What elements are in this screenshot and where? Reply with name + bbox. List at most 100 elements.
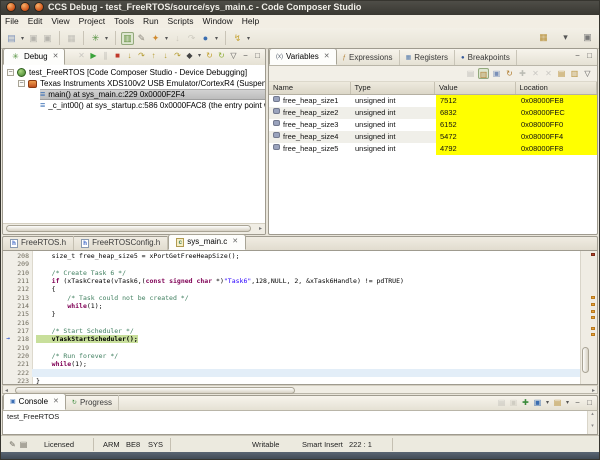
perspective-dropdown-icon[interactable]: ▾ (559, 31, 572, 44)
menu-window[interactable]: Window (203, 15, 233, 28)
asm-step-over-icon[interactable]: ↷ (185, 32, 198, 45)
profile-icon[interactable]: ● (199, 32, 212, 45)
instruction-pointer-icon[interactable]: → (3, 335, 13, 343)
new-expression-icon[interactable]: ✚ (517, 68, 528, 79)
column-header-name[interactable]: Name (269, 82, 351, 94)
tab-debug[interactable]: ✳ Debug ✕ (3, 48, 65, 65)
gutter[interactable] (3, 310, 13, 318)
save-icon[interactable]: ▣ (27, 32, 40, 45)
scrollbar-thumb[interactable] (582, 347, 589, 374)
close-icon[interactable]: ✕ (324, 50, 330, 64)
gutter[interactable] (3, 302, 13, 310)
view-menu-icon[interactable]: ▽ (228, 50, 239, 61)
tab-registers[interactable]: ▦Registers (400, 50, 455, 65)
open-console-icon-dropdown[interactable]: ▾ (564, 399, 571, 406)
gutter[interactable] (3, 327, 13, 335)
variable-row[interactable]: free_heap_size4unsigned int54720x08000FF… (269, 131, 597, 143)
open-console-icon[interactable]: ▤ (552, 397, 563, 408)
menu-run[interactable]: Run (143, 15, 159, 28)
export-icon[interactable]: ▥ (569, 68, 580, 79)
column-header-type[interactable]: Type (351, 82, 435, 94)
show-logical-structure-icon[interactable]: ▣ (491, 68, 502, 79)
restore-views-icon[interactable]: ▣ (581, 31, 594, 44)
occurrence-marker[interactable] (591, 303, 595, 306)
minimize-icon[interactable]: − (572, 50, 583, 61)
reset-icon[interactable]: ◆ (184, 50, 195, 61)
window-maximize-button[interactable] (34, 2, 44, 12)
reset-icon-dropdown[interactable]: ▾ (196, 52, 203, 59)
maximize-icon[interactable]: □ (584, 50, 595, 61)
remove-all-icon[interactable]: ✕ (543, 68, 554, 79)
new-file-icon-dropdown[interactable]: ▾ (19, 35, 26, 42)
tab-console[interactable]: ▣Console✕ (3, 393, 66, 410)
overview-ruler[interactable] (590, 251, 597, 384)
gutter[interactable] (3, 260, 13, 268)
clear-console-icon[interactable]: ▤ (496, 397, 507, 408)
gutter[interactable] (3, 277, 13, 285)
variable-row[interactable]: free_heap_size1unsigned int75120x08000FE… (269, 95, 597, 107)
file-state-icon[interactable]: ▤ (18, 439, 29, 450)
edit-mode-icon[interactable]: ✎ (7, 439, 18, 450)
tab-progress[interactable]: ↻Progress (66, 395, 119, 410)
remove-all-terminated-icon[interactable]: ✕ (76, 50, 87, 61)
gutter[interactable] (3, 369, 13, 377)
menu-help[interactable]: Help (242, 15, 259, 28)
occurrence-marker[interactable] (591, 310, 595, 313)
menu-tools[interactable]: Tools (114, 15, 134, 28)
collapse-icon[interactable]: − (18, 80, 25, 87)
display-selected-console-icon[interactable]: ▣ (532, 397, 543, 408)
suspend-icon[interactable]: ∥ (100, 50, 111, 61)
debug-launch-icon-dropdown[interactable]: ▾ (103, 35, 110, 42)
gutter[interactable] (3, 319, 13, 327)
asm-step-into-icon[interactable]: ↓ (160, 50, 171, 61)
terminate-icon[interactable]: ■ (112, 50, 123, 61)
step-over-icon[interactable]: ↷ (136, 50, 147, 61)
show-type-names-icon[interactable]: ▤ (465, 68, 476, 79)
gutter[interactable] (3, 360, 13, 368)
gutter[interactable] (3, 269, 13, 277)
menu-project[interactable]: Project (79, 15, 105, 28)
tab-variables[interactable]: (x)Variables✕ (269, 48, 337, 65)
step-into-icon[interactable]: ↓ (124, 50, 135, 61)
minimize-icon[interactable]: − (240, 50, 251, 61)
error-marker[interactable] (591, 253, 595, 256)
connect-target-icon-dropdown[interactable]: ▾ (245, 35, 252, 42)
minimize-icon[interactable]: − (572, 397, 583, 408)
maximize-icon[interactable]: □ (584, 397, 595, 408)
menu-view[interactable]: View (51, 15, 69, 28)
close-icon[interactable]: ✕ (53, 395, 59, 409)
editor-tab-sys-main-c[interactable]: csys_main.c✕ (168, 234, 246, 250)
debug-tree-item[interactable]: ≡_c_int00() at sys_startup.c:586 0x0000F… (3, 100, 265, 111)
save-all-icon[interactable]: ▣ (41, 32, 54, 45)
restart-icon[interactable]: ↻ (204, 50, 215, 61)
display-selected-console-icon-dropdown[interactable]: ▾ (544, 399, 551, 406)
asm-step-into-icon[interactable]: ↓ (171, 32, 184, 45)
resume-icon[interactable]: ▶ (88, 50, 99, 61)
gutter[interactable] (3, 377, 13, 385)
console-scrollbar[interactable]: ▴▾ (587, 411, 597, 434)
view-menu-icon[interactable]: ▽ (582, 68, 593, 79)
asm-step-over-icon[interactable]: ↷ (172, 50, 183, 61)
remove-icon[interactable]: ✕ (530, 68, 541, 79)
menu-scripts[interactable]: Scripts (168, 15, 194, 28)
variable-row[interactable]: free_heap_size5unsigned int47920x08000FF… (269, 143, 597, 155)
debug-tree-item[interactable]: −test_FreeRTOS [Code Composer Studio - D… (3, 67, 265, 78)
scroll-right-icon[interactable]: ▸ (259, 225, 262, 233)
maximize-icon[interactable]: □ (252, 50, 263, 61)
column-header-location[interactable]: Location (516, 82, 598, 94)
column-header-value[interactable]: Value (435, 82, 516, 94)
debug-tree-item[interactable]: ≡main() at sys_main.c:229 0x0000F2F4 (3, 89, 265, 100)
occurrence-marker[interactable] (591, 316, 595, 319)
edit-source-icon[interactable]: ✎ (135, 32, 148, 45)
editor-tab-freertosconfig-h[interactable]: hFreeRTOSConfig.h (74, 236, 168, 250)
flash-icon-dropdown[interactable]: ▾ (163, 35, 170, 42)
free-run-icon[interactable]: ↻ (216, 50, 227, 61)
window-minimize-button[interactable] (20, 2, 30, 12)
close-icon[interactable]: ✕ (53, 50, 59, 64)
gutter[interactable] (3, 252, 13, 260)
code-editor[interactable]: 208 size_t free_heap_size5 = xPortGetFre… (2, 251, 598, 385)
scrollbar-thumb[interactable] (6, 225, 251, 232)
gutter[interactable] (3, 344, 13, 352)
new-console-icon[interactable]: ✚ (520, 397, 531, 408)
occurrence-marker[interactable] (591, 327, 595, 330)
